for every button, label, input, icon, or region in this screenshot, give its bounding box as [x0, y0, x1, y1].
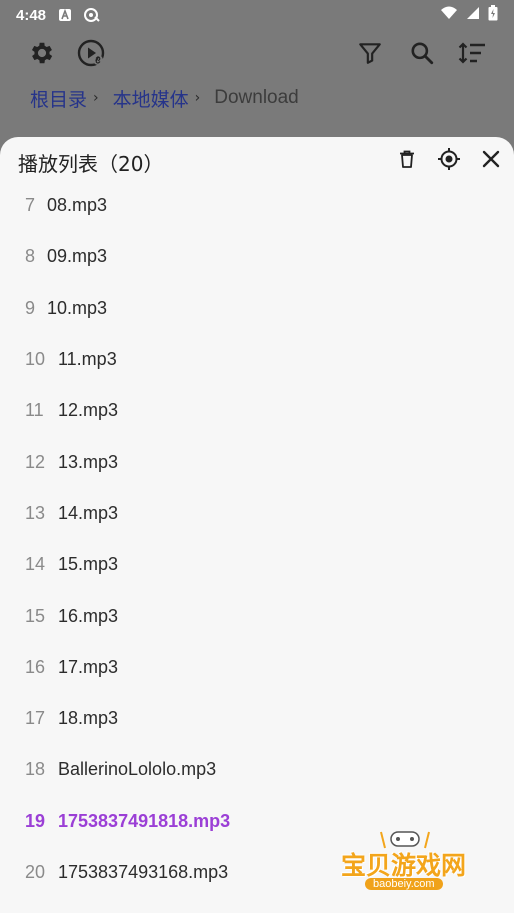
- status-time: 4:48: [16, 6, 47, 24]
- status-bar: 4:48: [0, 0, 514, 30]
- clear-playlist-button[interactable]: [393, 147, 421, 175]
- playlist-item-filename: 16.mp3: [58, 605, 119, 626]
- playlist-item[interactable]: 11 12.mp3: [0, 385, 514, 436]
- play-link-button[interactable]: [74, 38, 108, 72]
- playlist-item-filename: 18.mp3: [58, 708, 119, 729]
- playlist-title: 播放列表（20）: [18, 152, 164, 176]
- playlist-item[interactable]: 10 11.mp3: [0, 334, 514, 385]
- locate-icon: [437, 147, 461, 175]
- search-icon: [409, 40, 435, 70]
- toolbar: [0, 30, 514, 78]
- playlist-item-number: 18: [25, 759, 46, 780]
- playlist-item[interactable]: 12 13.mp3: [0, 436, 514, 487]
- settings-button[interactable]: [25, 38, 59, 72]
- playlist-item-number: 7: [25, 195, 36, 216]
- playlist-item-filename: 17.mp3: [58, 656, 119, 677]
- notification-a-icon: [58, 8, 74, 22]
- search-button[interactable]: [405, 38, 439, 72]
- playlist-item-filename: 1753837491818.mp3: [58, 810, 231, 831]
- sort-button[interactable]: [455, 38, 489, 72]
- playlist-item-filename: 1753837493168.mp3: [58, 862, 229, 882]
- watermark-logo: 宝贝游戏网 baobeiy.com: [335, 826, 485, 906]
- watermark-name: 宝贝游戏网: [341, 851, 467, 880]
- breadcrumb-current: Download: [214, 87, 299, 108]
- playlist-item-number: 11: [25, 400, 44, 421]
- sort-icon: [458, 40, 486, 70]
- watermark-url: baobeiy.com: [365, 878, 443, 890]
- signal-icon: [466, 6, 480, 24]
- playlist-item[interactable]: 17 18.mp3: [0, 693, 514, 744]
- playlist-item[interactable]: 7 08.mp3: [0, 180, 514, 231]
- filter-button[interactable]: [353, 38, 387, 72]
- playlist-item-number: 20: [25, 862, 46, 882]
- playlist-item[interactable]: 18 BallerinoLololo.mp3: [0, 744, 514, 795]
- playlist-item[interactable]: 13 14.mp3: [0, 488, 514, 539]
- playlist-item-filename: 12.mp3: [58, 400, 119, 421]
- playlist-item-number: 19: [25, 810, 46, 831]
- playlist-item-filename: 14.mp3: [58, 502, 119, 523]
- play-circle-icon: [76, 38, 106, 72]
- filter-icon: [357, 40, 383, 70]
- playlist-item[interactable]: 8 09.mp3: [0, 231, 514, 282]
- chevron-right-icon: ›: [93, 90, 99, 106]
- playlist-item[interactable]: 16 17.mp3: [0, 642, 514, 693]
- playlist-item-number: 13: [25, 502, 46, 523]
- playlist-item-number: 14: [25, 554, 46, 575]
- playlist-item-number: 10: [25, 349, 46, 370]
- close-sheet-button[interactable]: [477, 147, 505, 175]
- playlist-item[interactable]: 14 15.mp3: [0, 539, 514, 590]
- playlist-item-number: 12: [25, 451, 46, 472]
- playlist-item-number: 15: [25, 605, 46, 626]
- wifi-icon: [440, 6, 458, 24]
- close-icon: [482, 150, 500, 172]
- gear-icon: [28, 39, 56, 71]
- playlist-item-filename: 13.mp3: [58, 451, 119, 472]
- playlist-header: 播放列表（20）: [0, 137, 514, 185]
- playlist-item[interactable]: 15 16.mp3: [0, 590, 514, 641]
- playlist-item-filename: 11.mp3: [58, 349, 117, 370]
- breadcrumb-local-media[interactable]: 本地媒体: [113, 85, 189, 112]
- notification-app-icon: [84, 8, 100, 22]
- playlist-sheet: 播放列表（20） 7 08.mp3 8 09.mp3 9 10.mp3 10 11.mp3 11…: [0, 137, 514, 913]
- locate-current-button[interactable]: [435, 147, 463, 175]
- chevron-right-icon: ›: [194, 90, 201, 106]
- playlist-item[interactable]: 9 10.mp3: [0, 283, 514, 334]
- delete-icon: [399, 150, 415, 172]
- playlist-item-filename: BallerinoLololo.mp3: [58, 759, 217, 780]
- playlist-item-filename: 15.mp3: [58, 554, 119, 575]
- breadcrumb-root[interactable]: 根目录: [30, 85, 87, 112]
- playlist-item-filename: 10.mp3: [47, 297, 108, 318]
- playlist-item-number: 17: [25, 708, 46, 729]
- playlist-item-number: 9: [25, 297, 36, 318]
- playlist-item-number: 8: [25, 246, 36, 267]
- battery-icon: [488, 5, 498, 25]
- playlist: 7 08.mp3 8 09.mp3 9 10.mp3 10 11.mp3 11 12.mp3 12 1…: [0, 180, 514, 898]
- breadcrumb: 根目录 › 本地媒体 › Download: [30, 84, 299, 112]
- playlist-item-filename: 08.mp3: [47, 195, 108, 216]
- playlist-item-filename: 09.mp3: [47, 246, 108, 267]
- playlist-item-number: 16: [25, 656, 46, 677]
